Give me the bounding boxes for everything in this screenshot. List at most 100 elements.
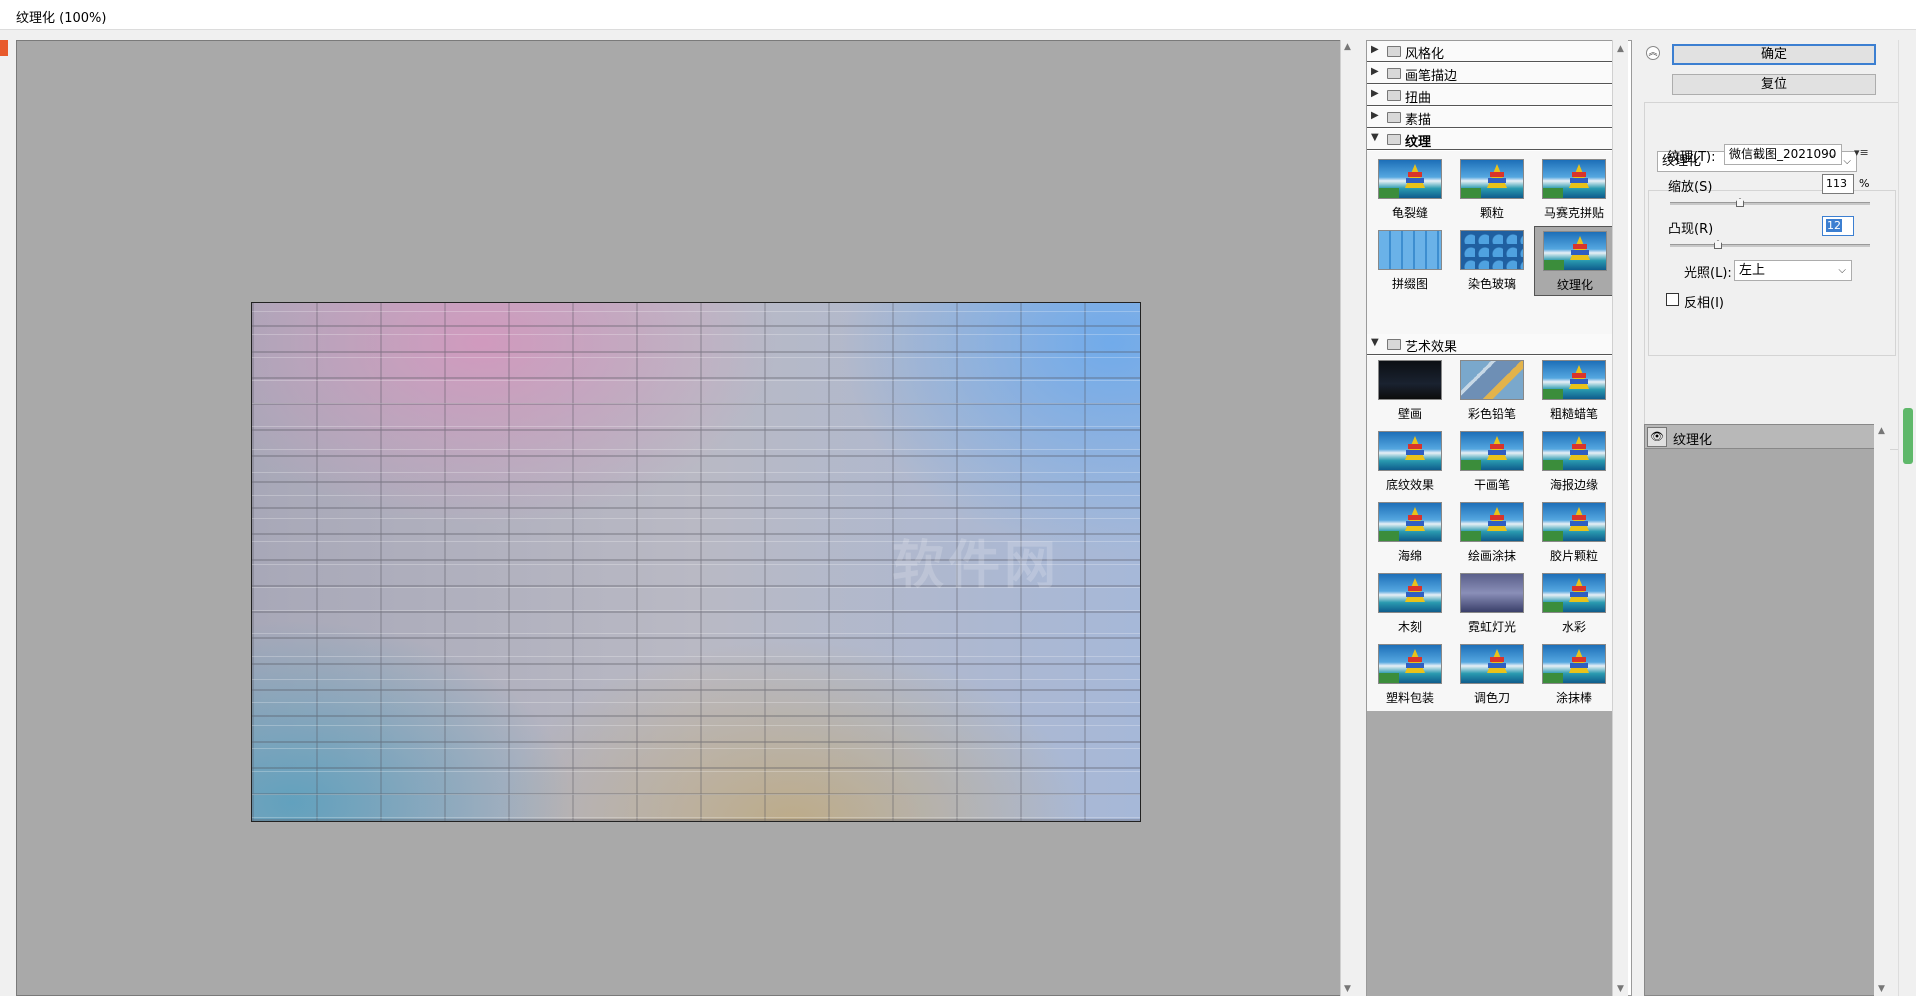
effect-layers-panel: 👁 纹理化 xyxy=(1644,424,1885,996)
filter-thumb-sponge[interactable]: 海绵 xyxy=(1370,498,1450,568)
texture-select[interactable]: 微信截图_2021090 ⌵ xyxy=(1724,144,1842,165)
filter-preview-image xyxy=(1542,644,1606,684)
filter-thumb-colored-pencil[interactable]: 彩色铅笔 xyxy=(1452,356,1532,426)
filter-preview-image xyxy=(1378,360,1442,400)
filter-thumb-grain[interactable]: 颗粒 xyxy=(1452,155,1532,225)
chevron-down-icon: ⌵ xyxy=(1838,265,1846,276)
folder-open-icon xyxy=(1387,339,1401,350)
filter-preview-image xyxy=(1543,231,1607,271)
expand-arrow-icon[interactable]: ▶ xyxy=(1371,110,1379,121)
light-label: 光照(L): xyxy=(1684,266,1732,281)
folder-icon xyxy=(1387,112,1401,123)
category-stylize[interactable]: ▶ 风格化 xyxy=(1367,41,1613,62)
relief-input[interactable]: 12 xyxy=(1822,216,1854,236)
filter-thumb-fresco[interactable]: 壁画 xyxy=(1370,356,1450,426)
chevron-down-icon: ⌵ xyxy=(1843,156,1851,167)
scale-unit: % xyxy=(1859,177,1870,190)
expand-arrow-icon[interactable]: ▶ xyxy=(1371,66,1379,77)
scale-input[interactable]: 113 xyxy=(1822,174,1854,194)
filter-preview-image xyxy=(1378,431,1442,471)
folder-icon xyxy=(1387,68,1401,79)
filter-thumb-stained-glass[interactable]: 染色玻璃 xyxy=(1452,226,1532,296)
scale-label: 缩放(S) xyxy=(1668,180,1713,195)
window-title: 纹理化 (100%) xyxy=(16,11,107,26)
chevron-down-icon: ⌵ xyxy=(1828,149,1836,160)
double-chevron-up-icon[interactable]: ︽ xyxy=(1646,46,1660,60)
filter-thumb-film-grain[interactable]: 胶片颗粒 xyxy=(1534,498,1614,568)
filter-preview-image xyxy=(1542,431,1606,471)
filter-preview-image xyxy=(1542,159,1606,199)
filter-preview-image xyxy=(1460,431,1524,471)
folder-icon xyxy=(1387,46,1401,57)
folder-icon xyxy=(1387,90,1401,101)
scroll-down-icon[interactable]: ▼ xyxy=(1617,984,1624,994)
category-sketch[interactable]: ▶ 素描 xyxy=(1367,107,1613,128)
filter-preview-image xyxy=(1378,230,1442,270)
filter-gallery-panel: ▶ 风格化 ▶ 画笔描边 ▶ 扭曲 ▶ 素描 ▼ 纹理 龟裂缝 颗粒 马赛克拼贴 xyxy=(1366,40,1632,996)
scroll-up-icon[interactable]: ▲ xyxy=(1617,44,1624,54)
category-brush-strokes[interactable]: ▶ 画笔描边 xyxy=(1367,63,1613,84)
filter-preview-image xyxy=(1378,502,1442,542)
filter-thumb-underpainting[interactable]: 底纹效果 xyxy=(1370,427,1450,497)
invert-label: 反相(I) xyxy=(1684,296,1724,311)
category-artistic[interactable]: ▼ 艺术效果 xyxy=(1367,334,1613,355)
filter-preview-image xyxy=(1460,502,1524,542)
invert-checkbox[interactable] xyxy=(1666,293,1679,306)
filter-preview-image xyxy=(1542,360,1606,400)
category-distort[interactable]: ▶ 扭曲 xyxy=(1367,85,1613,106)
scroll-up-icon[interactable]: ▲ xyxy=(1878,426,1885,436)
filter-preview-image xyxy=(1460,230,1524,270)
scale-slider[interactable] xyxy=(1670,198,1870,207)
window-titlebar: 纹理化 (100%) xyxy=(0,0,1916,30)
filter-preview-image xyxy=(1460,573,1524,613)
filter-thumb-paint-daubs[interactable]: 绘画涂抹 xyxy=(1452,498,1532,568)
reset-button[interactable]: 复位 xyxy=(1672,74,1876,95)
layers-scrollbar[interactable]: ▲ ▼ xyxy=(1874,424,1890,996)
filter-gallery-scrollbar[interactable]: ▲ ▼ xyxy=(1612,40,1628,996)
scroll-up-icon[interactable]: ▲ xyxy=(1344,42,1351,52)
collapse-arrow-icon[interactable]: ▼ xyxy=(1371,337,1379,348)
canvas-scrollbar[interactable]: ▲ ▼ xyxy=(1340,40,1356,996)
artistic-gallery: 壁画 彩色铅笔 粗糙蜡笔 底纹效果 干画笔 海报边缘 海绵 绘画涂抹 胶片颗粒 … xyxy=(1367,356,1613,711)
window-scrollbar[interactable] xyxy=(1898,40,1916,996)
eye-icon[interactable]: 👁 xyxy=(1647,427,1667,447)
folder-open-icon xyxy=(1387,134,1401,145)
filter-thumb-rough-pastels[interactable]: 粗糙蜡笔 xyxy=(1534,356,1614,426)
texture-label: 纹理(T): xyxy=(1667,150,1716,165)
effect-layer-row[interactable]: 👁 纹理化 xyxy=(1645,425,1885,449)
filter-thumb-craquelure[interactable]: 龟裂缝 xyxy=(1370,155,1450,225)
scroll-down-icon[interactable]: ▼ xyxy=(1878,984,1885,994)
filter-preview-image xyxy=(1460,360,1524,400)
light-select[interactable]: 左上 ⌵ xyxy=(1734,260,1852,281)
filter-preview-image xyxy=(1542,573,1606,613)
filter-thumb-neon-glow[interactable]: 霓虹灯光 xyxy=(1452,569,1532,639)
preview-image[interactable]: 软件网 xyxy=(251,302,1141,822)
filter-preview-image xyxy=(1378,644,1442,684)
left-edge-marker xyxy=(0,40,8,56)
filter-thumb-cutout[interactable]: 木刻 xyxy=(1370,569,1450,639)
texture-gallery: 龟裂缝 颗粒 马赛克拼贴 拼缀图 染色玻璃 纹理化 xyxy=(1367,151,1614,334)
collapse-arrow-icon[interactable]: ▼ xyxy=(1371,132,1379,143)
filter-thumb-patchwork[interactable]: 拼缀图 xyxy=(1370,226,1450,296)
filter-thumb-mosaic-tiles[interactable]: 马赛克拼贴 xyxy=(1534,155,1614,225)
preview-canvas-area[interactable]: 软件网 xyxy=(16,40,1354,996)
filter-thumb-watercolor[interactable]: 水彩 xyxy=(1534,569,1614,639)
filter-preview-image xyxy=(1460,644,1524,684)
filter-thumb-dry-brush[interactable]: 干画笔 xyxy=(1452,427,1532,497)
filter-preview-image xyxy=(1542,502,1606,542)
scroll-down-icon[interactable]: ▼ xyxy=(1344,984,1351,994)
filter-thumb-poster-edges[interactable]: 海报边缘 xyxy=(1534,427,1614,497)
filter-thumb-palette-knife[interactable]: 调色刀 xyxy=(1452,640,1532,710)
category-texture[interactable]: ▼ 纹理 xyxy=(1367,129,1613,150)
scrollbar-thumb[interactable] xyxy=(1903,408,1913,464)
gallery-empty-area xyxy=(1367,711,1613,996)
expand-arrow-icon[interactable]: ▶ xyxy=(1371,44,1379,55)
filter-thumb-plastic-wrap[interactable]: 塑料包装 xyxy=(1370,640,1450,710)
relief-slider[interactable] xyxy=(1670,240,1870,249)
filter-preview-image xyxy=(1378,159,1442,199)
ok-button[interactable]: 确定 xyxy=(1672,44,1876,65)
expand-arrow-icon[interactable]: ▶ xyxy=(1371,88,1379,99)
panel-menu-icon[interactable]: ▾≡ xyxy=(1854,146,1869,159)
filter-thumb-smudge-stick[interactable]: 涂抹棒 xyxy=(1534,640,1614,710)
filter-thumb-texturizer[interactable]: 纹理化 xyxy=(1534,226,1614,296)
